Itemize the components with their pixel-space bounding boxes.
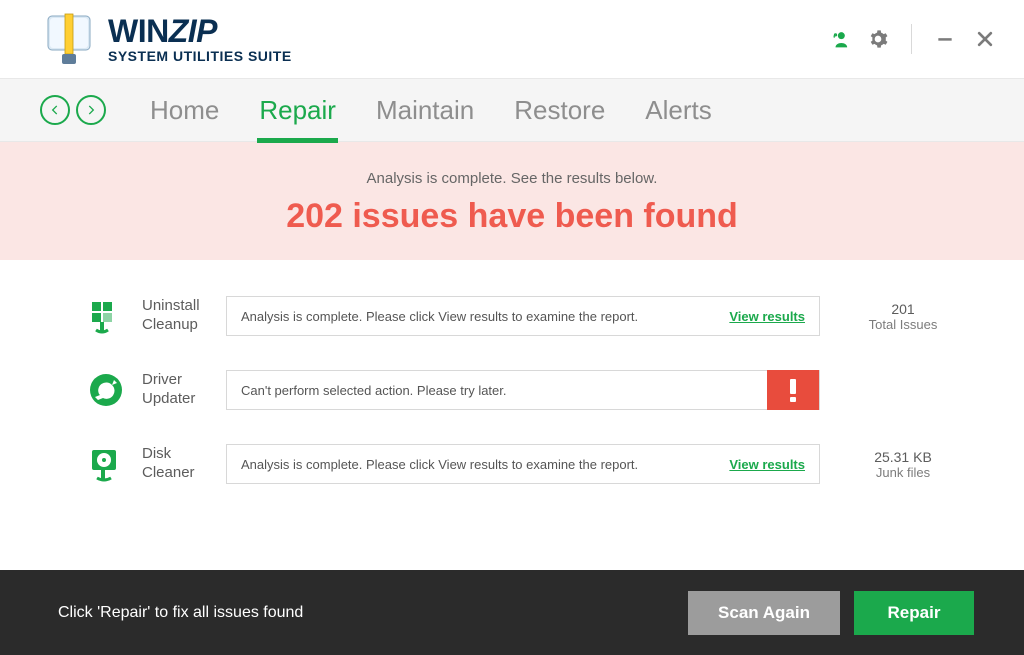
app-logo-icon: [40, 10, 98, 68]
meta-label: Junk files: [838, 465, 968, 480]
tab-restore[interactable]: Restore: [494, 78, 625, 142]
row-message: Can't perform selected action. Please tr…: [241, 383, 507, 398]
tab-repair[interactable]: Repair: [239, 78, 356, 142]
row-message: Analysis is complete. Please click View …: [241, 457, 638, 472]
uninstall-icon: [88, 298, 124, 334]
row-message-box: Analysis is complete. Please click View …: [226, 296, 820, 336]
header: WINZIP SYSTEM UTILITIES SUITE: [0, 0, 1024, 78]
alert-icon: [767, 370, 819, 410]
result-row-uninstall: Uninstall Cleanup Analysis is complete. …: [88, 296, 968, 336]
divider: [911, 24, 912, 54]
results-list: Uninstall Cleanup Analysis is complete. …: [0, 260, 1024, 570]
result-row-disk: Disk Cleaner Analysis is complete. Pleas…: [88, 444, 968, 484]
row-label: Driver Updater: [142, 371, 220, 409]
view-results-link[interactable]: View results: [729, 309, 805, 324]
tab-maintain[interactable]: Maintain: [356, 78, 494, 142]
settings-gear-icon[interactable]: [867, 28, 889, 50]
row-message-box: Analysis is complete. Please click View …: [226, 444, 820, 484]
logo: WINZIP SYSTEM UTILITIES SUITE: [40, 10, 292, 68]
row-label: Disk Cleaner: [142, 445, 220, 483]
row-label: Uninstall Cleanup: [142, 297, 220, 335]
tab-home[interactable]: Home: [130, 78, 239, 142]
nav-back-button[interactable]: [40, 95, 70, 125]
driver-icon: [88, 372, 124, 408]
repair-button[interactable]: Repair: [854, 591, 974, 635]
brand-subtitle: SYSTEM UTILITIES SUITE: [108, 49, 292, 63]
meta-value: 25.31 KB: [838, 449, 968, 465]
window-controls: [827, 24, 996, 54]
nav-forward-button[interactable]: [76, 95, 106, 125]
footer-bar: Click 'Repair' to fix all issues found S…: [0, 570, 1024, 655]
tab-alerts[interactable]: Alerts: [625, 78, 731, 142]
footer-hint: Click 'Repair' to fix all issues found: [58, 604, 303, 622]
row-meta: 201 Total Issues: [838, 301, 968, 332]
row-meta: 25.31 KB Junk files: [838, 449, 968, 480]
banner-title: 202 issues have been found: [0, 197, 1024, 236]
nav-bar: Home Repair Maintain Restore Alerts: [0, 78, 1024, 142]
row-message: Analysis is complete. Please click View …: [241, 309, 638, 324]
row-message-box: Can't perform selected action. Please tr…: [226, 370, 820, 410]
minimize-icon[interactable]: [934, 28, 956, 50]
status-banner: Analysis is complete. See the results be…: [0, 142, 1024, 260]
result-row-driver: Driver Updater Can't perform selected ac…: [88, 370, 968, 410]
brand-name: WINZIP: [108, 15, 292, 47]
scan-again-button[interactable]: Scan Again: [688, 591, 840, 635]
disk-icon: [88, 446, 124, 482]
view-results-link[interactable]: View results: [729, 457, 805, 472]
close-icon[interactable]: [974, 28, 996, 50]
help-user-icon[interactable]: [827, 28, 849, 50]
banner-subtext: Analysis is complete. See the results be…: [0, 170, 1024, 187]
meta-value: 201: [838, 301, 968, 317]
meta-label: Total Issues: [838, 317, 968, 332]
